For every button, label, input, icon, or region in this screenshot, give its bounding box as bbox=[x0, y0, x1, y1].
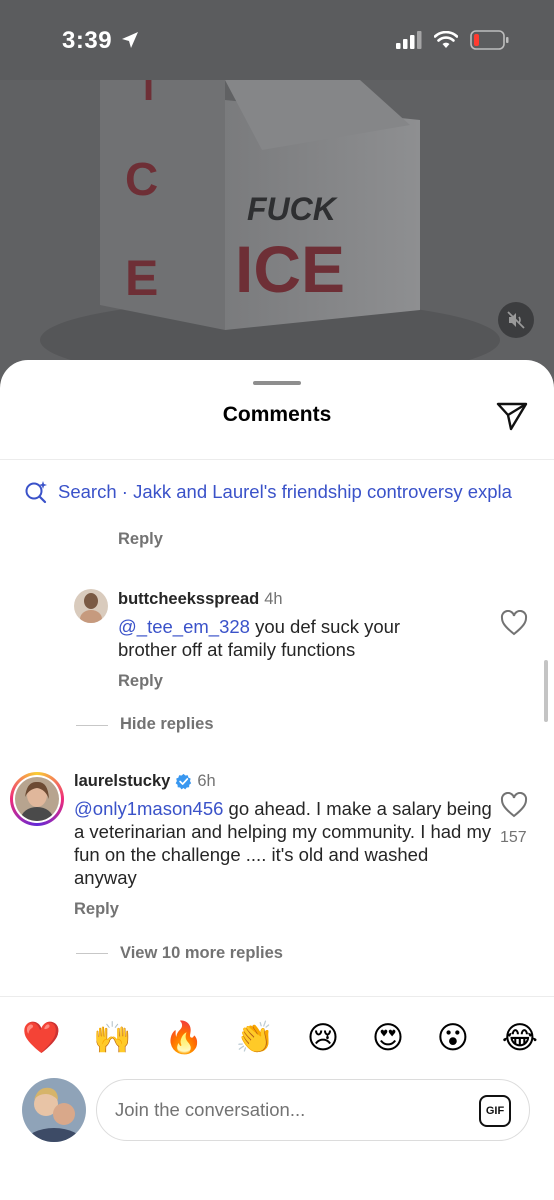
sheet-grabber[interactable] bbox=[253, 381, 301, 385]
emoji-laughing-button[interactable]: 😂 bbox=[502, 1020, 538, 1056]
search-prefix: Search bbox=[58, 481, 117, 502]
like-heart-icon[interactable] bbox=[500, 610, 528, 636]
signal-icon bbox=[396, 31, 422, 49]
divider bbox=[0, 996, 554, 997]
emoji-raised-hands-button[interactable]: 🙌 bbox=[93, 1020, 132, 1056]
emoji-crying-button[interactable]: 😢 bbox=[307, 1020, 339, 1056]
battery-low-icon bbox=[470, 30, 509, 50]
media-artwork: C E I FUCK ICE bbox=[40, 80, 500, 380]
comment-time: 6h bbox=[197, 772, 216, 790]
emoji-heart-button[interactable]: ❤️ bbox=[22, 1020, 61, 1056]
comment-text: @_tee_em_328 you def suck your brother o… bbox=[118, 616, 401, 660]
like-count: 157 bbox=[500, 829, 527, 846]
comment-input[interactable] bbox=[115, 1099, 445, 1121]
comment-username[interactable]: laurelstucky bbox=[74, 772, 170, 791]
status-time: 3:39 bbox=[62, 27, 139, 55]
story-avatar[interactable] bbox=[10, 772, 64, 826]
thread-line bbox=[76, 953, 108, 954]
thread-line bbox=[76, 725, 108, 726]
comment-time: 4h bbox=[264, 590, 283, 608]
reply-button[interactable]: Reply bbox=[118, 530, 163, 549]
comment-header: laurelstucky 6h bbox=[74, 772, 216, 791]
svg-text:E: E bbox=[125, 250, 158, 306]
view-more-replies-button[interactable]: View 10 more replies bbox=[120, 944, 283, 963]
media-preview[interactable]: C E I FUCK ICE bbox=[0, 80, 554, 380]
comment-username[interactable]: buttcheeksspread bbox=[118, 590, 259, 609]
avatar[interactable] bbox=[74, 589, 108, 623]
related-search-link[interactable]: Search · Jakk and Laurel's friendship co… bbox=[24, 478, 554, 506]
speaker-muted-icon bbox=[507, 311, 525, 329]
svg-text:FUCK: FUCK bbox=[247, 191, 339, 227]
sheet-title: Comments bbox=[222, 403, 332, 426]
search-sparkle-icon bbox=[25, 481, 47, 504]
wifi-icon bbox=[434, 31, 458, 48]
like-heart-icon[interactable] bbox=[500, 792, 528, 818]
emoji-heart-eyes-button[interactable]: 😍 bbox=[372, 1020, 404, 1056]
mention-link[interactable]: @_tee_em_328 bbox=[118, 616, 250, 637]
verified-badge-icon bbox=[175, 773, 192, 790]
emoji-clap-button[interactable]: 👏 bbox=[236, 1020, 275, 1056]
quick-emoji-bar: ❤️ 🙌 🔥 👏 😢 😍 😮 😂 bbox=[22, 1020, 538, 1056]
hide-replies-button[interactable]: Hide replies bbox=[120, 715, 214, 734]
send-icon bbox=[496, 402, 528, 431]
share-button[interactable] bbox=[494, 398, 530, 434]
comment-text: @only1mason456 go ahead. I make a salary… bbox=[74, 798, 492, 888]
gif-button[interactable]: GIF bbox=[479, 1095, 511, 1127]
comment-header: buttcheeksspread 4h bbox=[118, 590, 283, 609]
svg-text:C: C bbox=[125, 153, 158, 205]
status-bar: 3:39 bbox=[0, 0, 554, 80]
location-arrow-icon bbox=[122, 32, 139, 48]
status-icons bbox=[396, 30, 510, 50]
reply-button[interactable]: Reply bbox=[74, 900, 119, 919]
scrollbar[interactable] bbox=[544, 660, 548, 722]
svg-text:ICE: ICE bbox=[235, 232, 345, 306]
divider bbox=[0, 459, 554, 460]
search-query: Jakk and Laurel's friendship controversy… bbox=[133, 481, 512, 502]
comments-sheet: Comments Search · Jakk and Laurel's frie… bbox=[0, 360, 554, 1200]
emoji-fire-button[interactable]: 🔥 bbox=[164, 1020, 203, 1056]
emoji-surprised-button[interactable]: 😮 bbox=[437, 1020, 469, 1056]
mute-toggle-button[interactable] bbox=[498, 302, 534, 338]
comment-composer[interactable]: GIF bbox=[96, 1079, 530, 1141]
mention-link[interactable]: @only1mason456 bbox=[74, 798, 223, 819]
svg-text:I: I bbox=[143, 80, 154, 109]
reply-button[interactable]: Reply bbox=[118, 672, 163, 691]
current-user-avatar bbox=[22, 1078, 86, 1142]
